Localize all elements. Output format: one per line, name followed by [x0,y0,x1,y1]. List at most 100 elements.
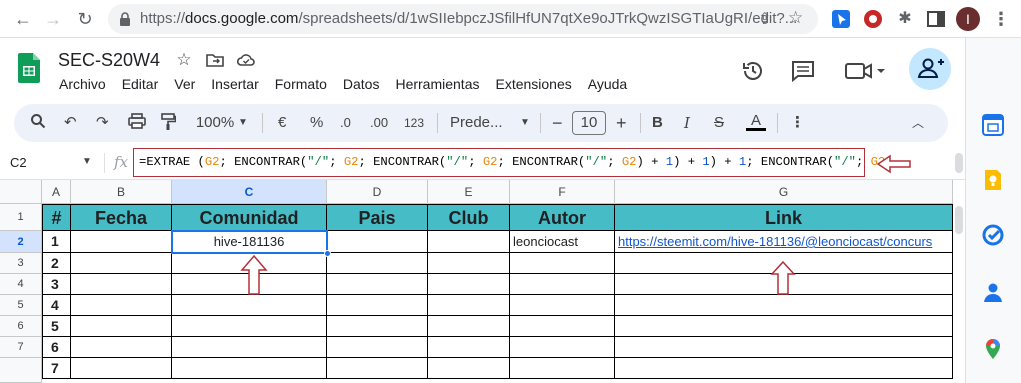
grid-cell[interactable] [510,274,615,295]
currency-format-button[interactable]: € [278,113,286,133]
cell-b2[interactable] [71,231,172,253]
bookmark-star-icon[interactable]: ☆ [788,8,803,28]
cell-g2[interactable]: https://steemit.com/hive-181136/@leoncio… [615,231,953,253]
menu-insertar[interactable]: Insertar [211,76,258,92]
text-color-button[interactable]: A [746,113,766,133]
zoom-caret-icon[interactable]: ▼ [238,113,248,133]
header-cell-num[interactable]: # [42,204,71,231]
grid-cell[interactable]: 7 [42,358,71,379]
increase-font-size-button[interactable]: + [616,113,627,133]
fill-handle[interactable] [324,250,331,257]
row-header-8[interactable] [0,358,42,383]
grid-cell[interactable] [615,358,953,379]
grid-cell[interactable] [615,316,953,337]
menu-archivo[interactable]: Archivo [59,76,106,92]
print-icon[interactable] [128,113,146,133]
grid-cell[interactable] [71,337,172,358]
maps-icon[interactable] [982,338,1004,360]
cell-d2[interactable] [327,231,428,253]
grid-cell[interactable] [510,316,615,337]
grid-cell[interactable] [327,274,428,295]
bold-button[interactable]: B [652,113,663,133]
grid-cell[interactable] [510,253,615,274]
zoom-select[interactable]: 100% [194,113,236,133]
cloud-saved-icon[interactable] [236,50,256,70]
grid-cell[interactable] [71,295,172,316]
grid-cell[interactable] [71,253,172,274]
row-header-5[interactable]: 5 [0,295,42,316]
menu-ver[interactable]: Ver [174,76,195,92]
steemit-link[interactable]: https://steemit.com/hive-181136/@leoncio… [618,234,932,249]
grid-cell[interactable] [510,337,615,358]
grid-cell[interactable] [71,274,172,295]
menu-editar[interactable]: Editar [122,76,159,92]
cell-f2[interactable]: leonciocast [510,231,615,253]
reload-icon[interactable]: ↻ [74,8,96,30]
header-cell-comunidad[interactable]: Comunidad [172,204,327,231]
grid-cell[interactable]: 4 [42,295,71,316]
tasks-icon[interactable] [982,224,1004,246]
col-header-g[interactable]: G [615,180,953,204]
header-cell-pais[interactable]: Pais [327,204,428,231]
extension-red-icon[interactable] [862,8,884,30]
row-header-2[interactable]: 2 [0,231,42,253]
document-title[interactable]: SEC-S20W4 [58,50,160,71]
profile-avatar[interactable]: I [956,7,980,31]
menu-extensiones[interactable]: Extensiones [495,76,571,92]
grid-cell[interactable] [615,337,953,358]
cell-e2[interactable] [428,231,510,253]
col-header-e[interactable]: E [428,180,510,204]
row-header-4[interactable]: 4 [0,274,42,295]
grid-cell[interactable] [428,253,510,274]
collapse-toolbar-icon[interactable]: ︿ [912,113,924,133]
grid-cell[interactable]: 2 [42,253,71,274]
col-header-f[interactable]: F [510,180,615,204]
grid-cell[interactable] [71,358,172,379]
menu-ayuda[interactable]: Ayuda [588,76,627,92]
grid-cell[interactable] [172,316,327,337]
paint-format-icon[interactable] [160,113,177,133]
grid-cell[interactable] [428,316,510,337]
row-header-6[interactable]: 6 [0,316,42,337]
menu-datos[interactable]: Datos [343,76,380,92]
grid-cell[interactable] [172,295,327,316]
font-family-select[interactable]: Prede... [450,113,506,133]
header-cell-link[interactable]: Link [615,204,953,231]
header-cell-club[interactable]: Club [428,204,510,231]
back-icon[interactable]: ← [12,8,34,30]
grid-cell[interactable] [510,358,615,379]
extensions-puzzle-icon[interactable]: ✱ [894,8,916,30]
forward-icon[interactable]: → [42,8,64,30]
row-header-3[interactable]: 3 [0,253,42,274]
percent-format-button[interactable]: % [310,113,323,133]
share-button[interactable] [909,48,951,90]
decrease-font-size-button[interactable]: − [552,113,563,133]
keep-icon[interactable] [982,169,1004,191]
increase-decimal-button[interactable]: .00 [370,113,388,133]
name-box[interactable]: C2 [10,155,27,170]
move-folder-icon[interactable] [205,50,225,70]
side-panel-icon[interactable] [925,8,947,30]
col-header-d[interactable]: D [327,180,428,204]
italic-button[interactable]: I [684,113,690,133]
star-icon[interactable]: ☆ [174,50,194,70]
grid-cell[interactable] [428,358,510,379]
font-caret-icon[interactable]: ▼ [520,113,530,133]
grid-cell[interactable] [615,295,953,316]
comments-icon[interactable] [790,58,816,84]
grid-cell[interactable]: 5 [42,316,71,337]
grid-scrollbar[interactable] [955,206,963,234]
grid-cell[interactable] [510,295,615,316]
formula-scrollbar[interactable] [955,153,963,173]
undo-icon[interactable]: ↶ [64,113,77,133]
row-header-7[interactable]: 7 [0,337,42,358]
col-header-c[interactable]: C [172,180,327,204]
strikethrough-button[interactable]: S [714,113,724,133]
extension-cursor-icon[interactable] [830,8,852,30]
row-header-1[interactable]: 1 [0,204,42,231]
menu-formato[interactable]: Formato [275,76,327,92]
more-menu-icon[interactable]: ⋮ [990,8,1012,30]
grid-cell[interactable] [327,337,428,358]
grid-cell[interactable] [172,358,327,379]
contacts-icon[interactable] [982,281,1004,303]
